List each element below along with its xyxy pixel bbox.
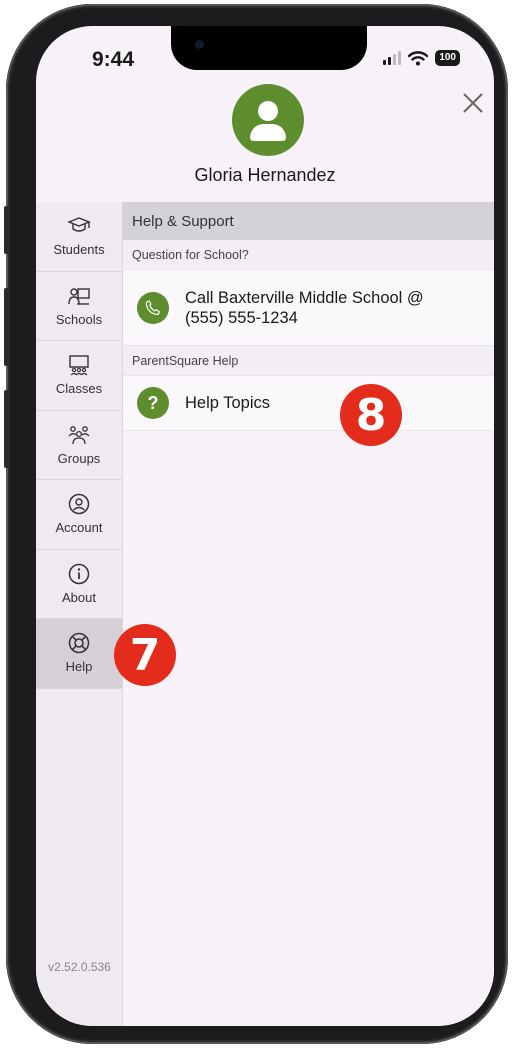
user-icon-head [258,101,278,121]
call-school-line1: Call Baxterville Middle School @ [185,288,424,307]
mute-switch [4,206,10,254]
battery-icon: 100 [435,50,460,66]
wifi-icon [408,50,429,65]
sidebar-item-label: About [62,589,96,605]
sidebar-item-label: Schools [55,311,103,327]
section-label-parentsquare-help: ParentSquare Help [123,346,494,375]
groups-icon [68,425,90,444]
sidebar: Students Schools Classes Groups Account … [36,202,123,1026]
help-topics-row[interactable]: ? Help Topics [123,375,494,431]
sidebar-item-label: Groups [57,450,101,466]
sidebar-item-about[interactable]: About [36,550,122,619]
sidebar-item-schools[interactable]: Schools [36,272,122,341]
sidebar-item-label: Account [55,520,103,536]
account-icon [68,494,90,515]
school-icon [68,288,90,305]
graduation-cap-icon [67,217,91,232]
help-topics-label: Help Topics [185,394,270,412]
user-name: Gloria Hernandez [194,165,336,185]
section-label-question: Question for School? [123,240,494,269]
sidebar-item-groups[interactable]: Groups [36,411,122,480]
page-title: Help & Support [123,202,494,240]
sidebar-item-help[interactable]: Help [36,619,122,689]
step-8-badge: 8 [340,384,402,446]
phone-icon [137,291,169,324]
sidebar-item-classes[interactable]: Classes [36,341,122,411]
call-school-row[interactable]: Call Baxterville Middle School @ (555) 5… [123,269,494,346]
lifebuoy-icon [68,633,90,654]
call-school-label: Call Baxterville Middle School @ (555) 5… [185,288,424,328]
sidebar-item-label: Classes [55,381,103,397]
volume-up-button [4,288,10,366]
sidebar-item-label: Help [65,659,93,675]
step-7-badge: 7 [114,624,176,686]
status-icons: 100 [383,50,460,66]
camera-icon [195,40,204,49]
question-icon: ? [137,387,169,419]
info-icon [68,563,90,584]
sidebar-item-account[interactable]: Account [36,480,122,550]
sidebar-item-students[interactable]: Students [36,202,122,272]
close-button[interactable] [462,92,484,114]
avatar [232,84,304,156]
notch [171,26,367,70]
status-time: 9:44 [92,48,135,71]
signal-icon [383,51,402,65]
sidebar-item-label: Students [53,242,105,258]
call-school-line2: (555) 555-1234 [185,308,298,327]
help-content: Help & Support Question for School? Call… [123,202,494,1026]
screen: 9:44 100 Gloria Hernandez Students Schoo… [36,26,494,1026]
app-version: v2.52.0.536 [48,960,111,974]
user-icon-body [250,124,286,141]
classroom-icon [69,355,89,376]
volume-down-button [4,390,10,468]
